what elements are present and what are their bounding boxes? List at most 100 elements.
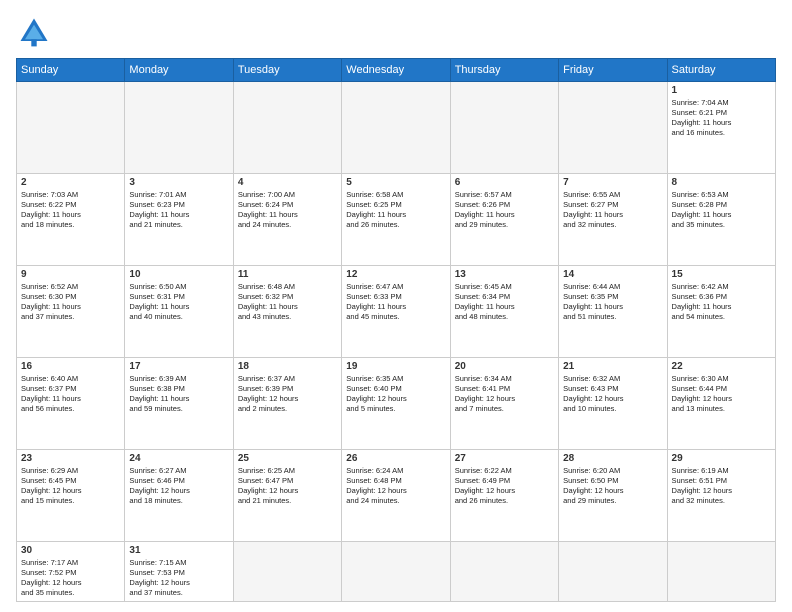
day-info: Sunrise: 6:37 AMSunset: 6:39 PMDaylight:…	[238, 374, 337, 415]
calendar-cell: 2 Sunrise: 7:03 AMSunset: 6:22 PMDaylight…	[17, 173, 125, 265]
calendar-cell: 4Sunrise: 7:00 AMSunset: 6:24 PMDaylight…	[233, 173, 341, 265]
page: SundayMondayTuesdayWednesdayThursdayFrid…	[0, 0, 792, 612]
calendar-cell: 13 Sunrise: 6:45 AMSunset: 6:34 PMDayligh…	[450, 265, 558, 357]
calendar-cell	[17, 82, 125, 174]
week-row-4: 16 Sunrise: 6:40 AMSunset: 6:37 PMDayligh…	[17, 357, 776, 449]
day-info: Sunrise: 6:57 AMSunset: 6:26 PMDaylight:…	[455, 190, 554, 231]
calendar-cell: 30 Sunrise: 7:17 AMSunset: 7:52 PMDayligh…	[17, 541, 125, 602]
calendar-cell: 3Sunrise: 7:01 AMSunset: 6:23 PMDaylight…	[125, 173, 233, 265]
day-number: 31	[129, 545, 228, 556]
day-number: 11	[238, 269, 337, 280]
day-info: Sunrise: 6:22 AMSunset: 6:49 PMDaylight:…	[455, 466, 554, 507]
day-number: 8	[672, 177, 771, 188]
day-info: Sunrise: 6:50 AMSunset: 6:31 PMDaylight:…	[129, 282, 228, 323]
calendar-cell: 14 Sunrise: 6:44 AMSunset: 6:35 PMDayligh…	[559, 265, 667, 357]
day-info: Sunrise: 6:42 AMSunset: 6:36 PMDaylight:…	[672, 282, 771, 323]
calendar: SundayMondayTuesdayWednesdayThursdayFrid…	[16, 58, 776, 602]
day-info: Sunrise: 6:20 AMSunset: 6:50 PMDaylight:…	[563, 466, 662, 507]
calendar-cell	[667, 541, 775, 602]
day-number: 27	[455, 453, 554, 464]
calendar-cell: 28 Sunrise: 6:20 AMSunset: 6:50 PMDayligh…	[559, 449, 667, 541]
weekday-header-monday: Monday	[125, 59, 233, 82]
day-info: Sunrise: 6:25 AMSunset: 6:47 PMDaylight:…	[238, 466, 337, 507]
day-info: Sunrise: 7:00 AMSunset: 6:24 PMDaylight:…	[238, 190, 337, 231]
day-number: 15	[672, 269, 771, 280]
day-number: 21	[563, 361, 662, 372]
logo-icon	[16, 14, 52, 50]
calendar-cell	[559, 82, 667, 174]
day-info: Sunrise: 6:55 AMSunset: 6:27 PMDaylight:…	[563, 190, 662, 231]
day-number: 22	[672, 361, 771, 372]
weekday-header-tuesday: Tuesday	[233, 59, 341, 82]
calendar-cell	[342, 541, 450, 602]
day-info: Sunrise: 7:15 AMSunset: 7:53 PMDaylight:…	[129, 558, 228, 599]
day-number: 5	[346, 177, 445, 188]
calendar-cell: 10Sunrise: 6:50 AMSunset: 6:31 PMDayligh…	[125, 265, 233, 357]
calendar-cell: 15 Sunrise: 6:42 AMSunset: 6:36 PMDayligh…	[667, 265, 775, 357]
day-number: 12	[346, 269, 445, 280]
day-number: 25	[238, 453, 337, 464]
calendar-cell	[342, 82, 450, 174]
calendar-cell: 17Sunrise: 6:39 AMSunset: 6:38 PMDayligh…	[125, 357, 233, 449]
calendar-cell: 24 Sunrise: 6:27 AMSunset: 6:46 PMDayligh…	[125, 449, 233, 541]
day-number: 13	[455, 269, 554, 280]
day-info: Sunrise: 6:29 AMSunset: 6:45 PMDaylight:…	[21, 466, 120, 507]
calendar-cell: 8 Sunrise: 6:53 AMSunset: 6:28 PMDaylight…	[667, 173, 775, 265]
weekday-header-row: SundayMondayTuesdayWednesdayThursdayFrid…	[17, 59, 776, 82]
calendar-cell: 16 Sunrise: 6:40 AMSunset: 6:37 PMDayligh…	[17, 357, 125, 449]
calendar-cell: 27 Sunrise: 6:22 AMSunset: 6:49 PMDayligh…	[450, 449, 558, 541]
calendar-cell	[559, 541, 667, 602]
week-row-1: 1 Sunrise: 7:04 AMSunset: 6:21 PMDaylight…	[17, 82, 776, 174]
calendar-cell: 11Sunrise: 6:48 AMSunset: 6:32 PMDayligh…	[233, 265, 341, 357]
calendar-cell: 9 Sunrise: 6:52 AMSunset: 6:30 PMDaylight…	[17, 265, 125, 357]
day-info: Sunrise: 6:19 AMSunset: 6:51 PMDaylight:…	[672, 466, 771, 507]
week-row-6: 30 Sunrise: 7:17 AMSunset: 7:52 PMDayligh…	[17, 541, 776, 602]
day-number: 28	[563, 453, 662, 464]
day-number: 14	[563, 269, 662, 280]
day-info: Sunrise: 6:44 AMSunset: 6:35 PMDaylight:…	[563, 282, 662, 323]
day-number: 24	[129, 453, 228, 464]
calendar-cell: 12Sunrise: 6:47 AMSunset: 6:33 PMDayligh…	[342, 265, 450, 357]
day-number: 6	[455, 177, 554, 188]
calendar-cell	[233, 541, 341, 602]
week-row-2: 2 Sunrise: 7:03 AMSunset: 6:22 PMDaylight…	[17, 173, 776, 265]
calendar-cell: 19Sunrise: 6:35 AMSunset: 6:40 PMDayligh…	[342, 357, 450, 449]
day-number: 17	[129, 361, 228, 372]
day-info: Sunrise: 6:52 AMSunset: 6:30 PMDaylight:…	[21, 282, 120, 323]
day-info: Sunrise: 6:53 AMSunset: 6:28 PMDaylight:…	[672, 190, 771, 231]
day-info: Sunrise: 6:45 AMSunset: 6:34 PMDaylight:…	[455, 282, 554, 323]
calendar-cell: 29 Sunrise: 6:19 AMSunset: 6:51 PMDayligh…	[667, 449, 775, 541]
day-info: Sunrise: 7:04 AMSunset: 6:21 PMDaylight:…	[672, 98, 771, 139]
header	[16, 14, 776, 50]
calendar-cell	[450, 541, 558, 602]
day-info: Sunrise: 7:03 AMSunset: 6:22 PMDaylight:…	[21, 190, 120, 231]
weekday-header-sunday: Sunday	[17, 59, 125, 82]
calendar-cell: 21Sunrise: 6:32 AMSunset: 6:43 PMDayligh…	[559, 357, 667, 449]
day-info: Sunrise: 6:27 AMSunset: 6:46 PMDaylight:…	[129, 466, 228, 507]
day-number: 29	[672, 453, 771, 464]
day-number: 9	[21, 269, 120, 280]
calendar-cell: 20Sunrise: 6:34 AMSunset: 6:41 PMDayligh…	[450, 357, 558, 449]
day-number: 16	[21, 361, 120, 372]
day-number: 20	[455, 361, 554, 372]
weekday-header-friday: Friday	[559, 59, 667, 82]
day-number: 26	[346, 453, 445, 464]
day-info: Sunrise: 6:40 AMSunset: 6:37 PMDaylight:…	[21, 374, 120, 415]
day-number: 18	[238, 361, 337, 372]
day-number: 7	[563, 177, 662, 188]
weekday-header-thursday: Thursday	[450, 59, 558, 82]
weekday-header-wednesday: Wednesday	[342, 59, 450, 82]
calendar-cell: 25 Sunrise: 6:25 AMSunset: 6:47 PMDayligh…	[233, 449, 341, 541]
calendar-cell: 5 Sunrise: 6:58 AMSunset: 6:25 PMDaylight…	[342, 173, 450, 265]
day-info: Sunrise: 7:01 AMSunset: 6:23 PMDaylight:…	[129, 190, 228, 231]
logo	[16, 14, 58, 50]
day-info: Sunrise: 6:58 AMSunset: 6:25 PMDaylight:…	[346, 190, 445, 231]
day-number: 30	[21, 545, 120, 556]
day-number: 1	[672, 85, 771, 96]
day-number: 2	[21, 177, 120, 188]
calendar-cell: 7 Sunrise: 6:55 AMSunset: 6:27 PMDaylight…	[559, 173, 667, 265]
calendar-cell: 18 Sunrise: 6:37 AMSunset: 6:39 PMDayligh…	[233, 357, 341, 449]
calendar-cell: 31 Sunrise: 7:15 AMSunset: 7:53 PMDayligh…	[125, 541, 233, 602]
day-info: Sunrise: 7:17 AMSunset: 7:52 PMDaylight:…	[21, 558, 120, 599]
week-row-5: 23Sunrise: 6:29 AMSunset: 6:45 PMDayligh…	[17, 449, 776, 541]
